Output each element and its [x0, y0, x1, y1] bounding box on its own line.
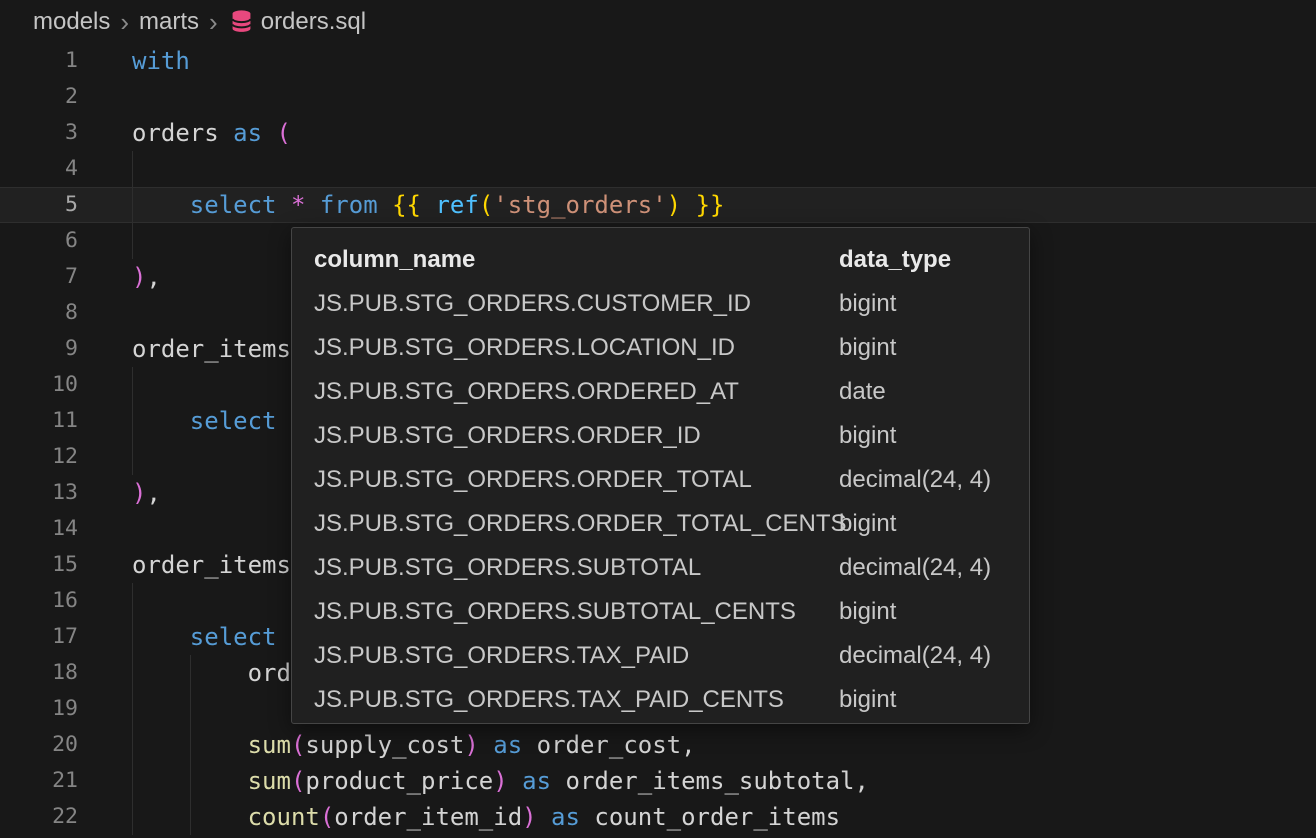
code-line-22[interactable]: 22 count(order_item_id) as count_order_i… — [0, 799, 1316, 835]
popup-column-row: JS.PUB.STG_ORDERS.ORDER_TOTAL_CENTSbigin… — [292, 502, 1029, 546]
line-number[interactable]: 21 — [0, 763, 78, 799]
line-number[interactable]: 9 — [0, 331, 78, 367]
line-code: count(order_item_id) as count_order_item… — [132, 799, 1316, 835]
indent-guide — [132, 763, 133, 799]
popup-column-row: JS.PUB.STG_ORDERS.TAX_PAID decimal(24, 4) — [292, 634, 1029, 678]
column-info-popup[interactable]: column_name data_type JS.PUB.STG_ORDERS.… — [291, 227, 1030, 724]
code-line-1[interactable]: 1 with — [0, 43, 1316, 79]
popup-cell-column-name: JS.PUB.STG_ORDERS.TAX_PAID — [314, 642, 689, 670]
breadcrumb-separator: › — [120, 9, 129, 35]
line-number[interactable]: 19 — [0, 691, 78, 727]
popup-header-row: column_name data_type — [292, 238, 1029, 282]
indent-guide — [132, 403, 133, 439]
line-number[interactable]: 18 — [0, 655, 78, 691]
line-number[interactable]: 2 — [0, 79, 78, 115]
popup-column-row: JS.PUB.STG_ORDERS.ORDERED_AT date — [292, 370, 1029, 414]
code-line-3[interactable]: 3 orders as ( — [0, 115, 1316, 151]
popup-header-data-type: data_type — [839, 246, 951, 274]
indent-guide — [190, 799, 191, 835]
indent-guide — [190, 763, 191, 799]
code-line-4[interactable]: 4 — [0, 151, 1316, 187]
line-code: orders as ( — [132, 115, 1316, 151]
indent-guide — [132, 187, 133, 223]
line-number[interactable]: 3 — [0, 115, 78, 151]
line-number[interactable]: 14 — [0, 511, 78, 547]
indent-guide — [132, 223, 133, 259]
popup-cell-data-type: decimal(24, 4) — [839, 466, 991, 494]
popup-cell-data-type: bigint — [839, 290, 896, 318]
popup-column-row: JS.PUB.STG_ORDERS.SUBTOTAL decimal(24, 4) — [292, 546, 1029, 590]
breadcrumb: models › marts › orders.sql — [0, 0, 1316, 43]
line-number[interactable]: 11 — [0, 403, 78, 439]
popup-cell-column-name: JS.PUB.STG_ORDERS.LOCATION_ID — [314, 334, 735, 362]
popup-cell-column-name: JS.PUB.STG_ORDERS.SUBTOTAL — [314, 554, 701, 582]
line-code: sum(supply_cost) as order_cost, — [132, 727, 1316, 763]
line-code: sum(product_price) as order_items_subtot… — [132, 763, 1316, 799]
popup-column-row: JS.PUB.STG_ORDERS.SUBTOTAL_CENTS bigint — [292, 590, 1029, 634]
popup-cell-column-name: JS.PUB.STG_ORDERS.SUBTOTAL_CENTS — [314, 598, 796, 626]
line-code — [132, 79, 1316, 115]
line-number[interactable]: 13 — [0, 475, 78, 511]
indent-guide — [190, 691, 191, 727]
line-number[interactable]: 5 — [0, 187, 78, 223]
code-line-5[interactable]: 5 select * from {{ ref('stg_orders') }} — [0, 187, 1316, 223]
line-number[interactable]: 1 — [0, 43, 78, 79]
database-icon — [230, 9, 253, 34]
code-line-20[interactable]: 20 sum(supply_cost) as order_cost, — [0, 727, 1316, 763]
line-code: select * from {{ ref('stg_orders') }} — [132, 187, 1316, 223]
line-number[interactable]: 20 — [0, 727, 78, 763]
popup-column-row: JS.PUB.STG_ORDERS.TAX_PAID_CENTS bigint — [292, 678, 1029, 722]
indent-guide — [132, 619, 133, 655]
code-line-21[interactable]: 21 sum(product_price) as order_items_sub… — [0, 763, 1316, 799]
indent-guide — [132, 439, 133, 475]
breadcrumb-item-file[interactable]: orders.sql — [261, 8, 366, 36]
breadcrumb-separator: › — [209, 9, 218, 35]
line-number[interactable]: 7 — [0, 259, 78, 295]
indent-guide — [190, 727, 191, 763]
indent-guide — [132, 583, 133, 619]
line-number[interactable]: 12 — [0, 439, 78, 475]
indent-guide — [132, 799, 133, 835]
popup-cell-data-type: bigint — [839, 686, 896, 714]
line-number[interactable]: 16 — [0, 583, 78, 619]
popup-cell-column-name: JS.PUB.STG_ORDERS.ORDER_ID — [314, 422, 701, 450]
code-line-2[interactable]: 2 — [0, 79, 1316, 115]
line-number[interactable]: 10 — [0, 367, 78, 403]
popup-cell-column-name: JS.PUB.STG_ORDERS.ORDER_TOTAL_CENTS — [314, 510, 847, 538]
breadcrumb-item-models[interactable]: models — [33, 8, 110, 36]
indent-guide — [132, 367, 133, 403]
popup-cell-data-type: date — [839, 378, 886, 406]
popup-column-row: JS.PUB.STG_ORDERS.ORDER_TOTAL decimal(24,… — [292, 458, 1029, 502]
popup-cell-data-type: decimal(24, 4) — [839, 554, 991, 582]
line-number[interactable]: 15 — [0, 547, 78, 583]
popup-column-row: JS.PUB.STG_ORDERS.CUSTOMER_ID bigint — [292, 282, 1029, 326]
line-number[interactable]: 6 — [0, 223, 78, 259]
popup-cell-data-type: decimal(24, 4) — [839, 642, 991, 670]
indent-guide — [132, 655, 133, 691]
indent-guide — [132, 691, 133, 727]
line-code — [132, 151, 1316, 187]
popup-rows: JS.PUB.STG_ORDERS.CUSTOMER_IDbigintJS.PU… — [292, 282, 1029, 722]
breadcrumb-item-marts[interactable]: marts — [139, 8, 199, 36]
line-number[interactable]: 8 — [0, 295, 78, 331]
popup-column-row: JS.PUB.STG_ORDERS.ORDER_ID bigint — [292, 414, 1029, 458]
popup-cell-data-type: bigint — [839, 422, 896, 450]
popup-cell-column-name: JS.PUB.STG_ORDERS.ORDER_TOTAL — [314, 466, 752, 494]
indent-guide — [132, 151, 133, 187]
popup-cell-column-name: JS.PUB.STG_ORDERS.TAX_PAID_CENTS — [314, 686, 784, 714]
popup-cell-data-type: bigint — [839, 598, 896, 626]
popup-header-column-name: column_name — [314, 246, 475, 274]
popup-column-row: JS.PUB.STG_ORDERS.LOCATION_ID bigint — [292, 326, 1029, 370]
indent-guide — [190, 655, 191, 691]
popup-cell-column-name: JS.PUB.STG_ORDERS.CUSTOMER_ID — [314, 290, 751, 318]
line-code: with — [132, 43, 1316, 79]
line-number[interactable]: 4 — [0, 151, 78, 187]
popup-cell-column-name: JS.PUB.STG_ORDERS.ORDERED_AT — [314, 378, 739, 406]
line-number[interactable]: 17 — [0, 619, 78, 655]
popup-cell-data-type: bigint — [839, 510, 896, 538]
line-number[interactable]: 22 — [0, 799, 78, 835]
indent-guide — [132, 727, 133, 763]
popup-cell-data-type: bigint — [839, 334, 896, 362]
